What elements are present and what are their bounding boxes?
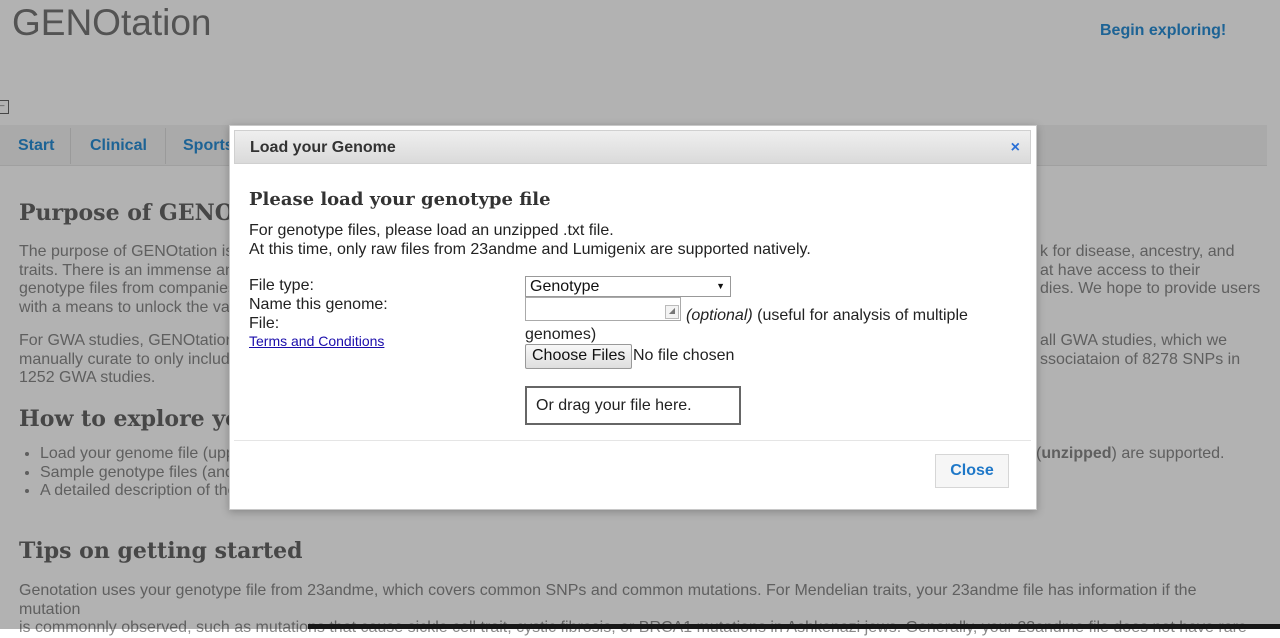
instruction-line: For genotype files, please load an unzip… [249, 222, 614, 239]
file-type-label: File type: [249, 277, 314, 294]
optional-note: (optional) (useful for analysis of multi… [686, 307, 968, 324]
dialog-divider [234, 440, 1031, 441]
dialog-heading: Please load your genotype file [249, 189, 551, 210]
instruction-line: At this time, only raw files from 23andm… [249, 241, 811, 258]
genome-name-input[interactable]: ◢ [525, 297, 681, 321]
file-type-select[interactable]: Genotype ▼ [525, 276, 731, 297]
genome-name-label: Name this genome: [249, 296, 388, 313]
dialog-title: Load your Genome [250, 139, 396, 156]
close-button[interactable]: Close [935, 454, 1009, 488]
file-label: File: [249, 315, 280, 332]
file-drop-zone[interactable]: Or drag your file here. [525, 386, 741, 425]
file-status-text: No file chosen [633, 347, 735, 364]
chevron-down-icon: ▼ [716, 281, 725, 291]
load-genome-dialog: Load your Genome × Please load your geno… [229, 125, 1037, 510]
dialog-header: Load your Genome × [234, 130, 1031, 164]
terms-link[interactable]: Terms and Conditions [249, 333, 384, 349]
resize-handle-icon[interactable]: ◢ [665, 305, 679, 319]
optional-note-continued: genomes) [525, 326, 597, 343]
file-type-value: Genotype [530, 278, 600, 295]
choose-files-button[interactable]: Choose Files [525, 344, 633, 369]
close-icon[interactable]: × [1011, 139, 1020, 157]
